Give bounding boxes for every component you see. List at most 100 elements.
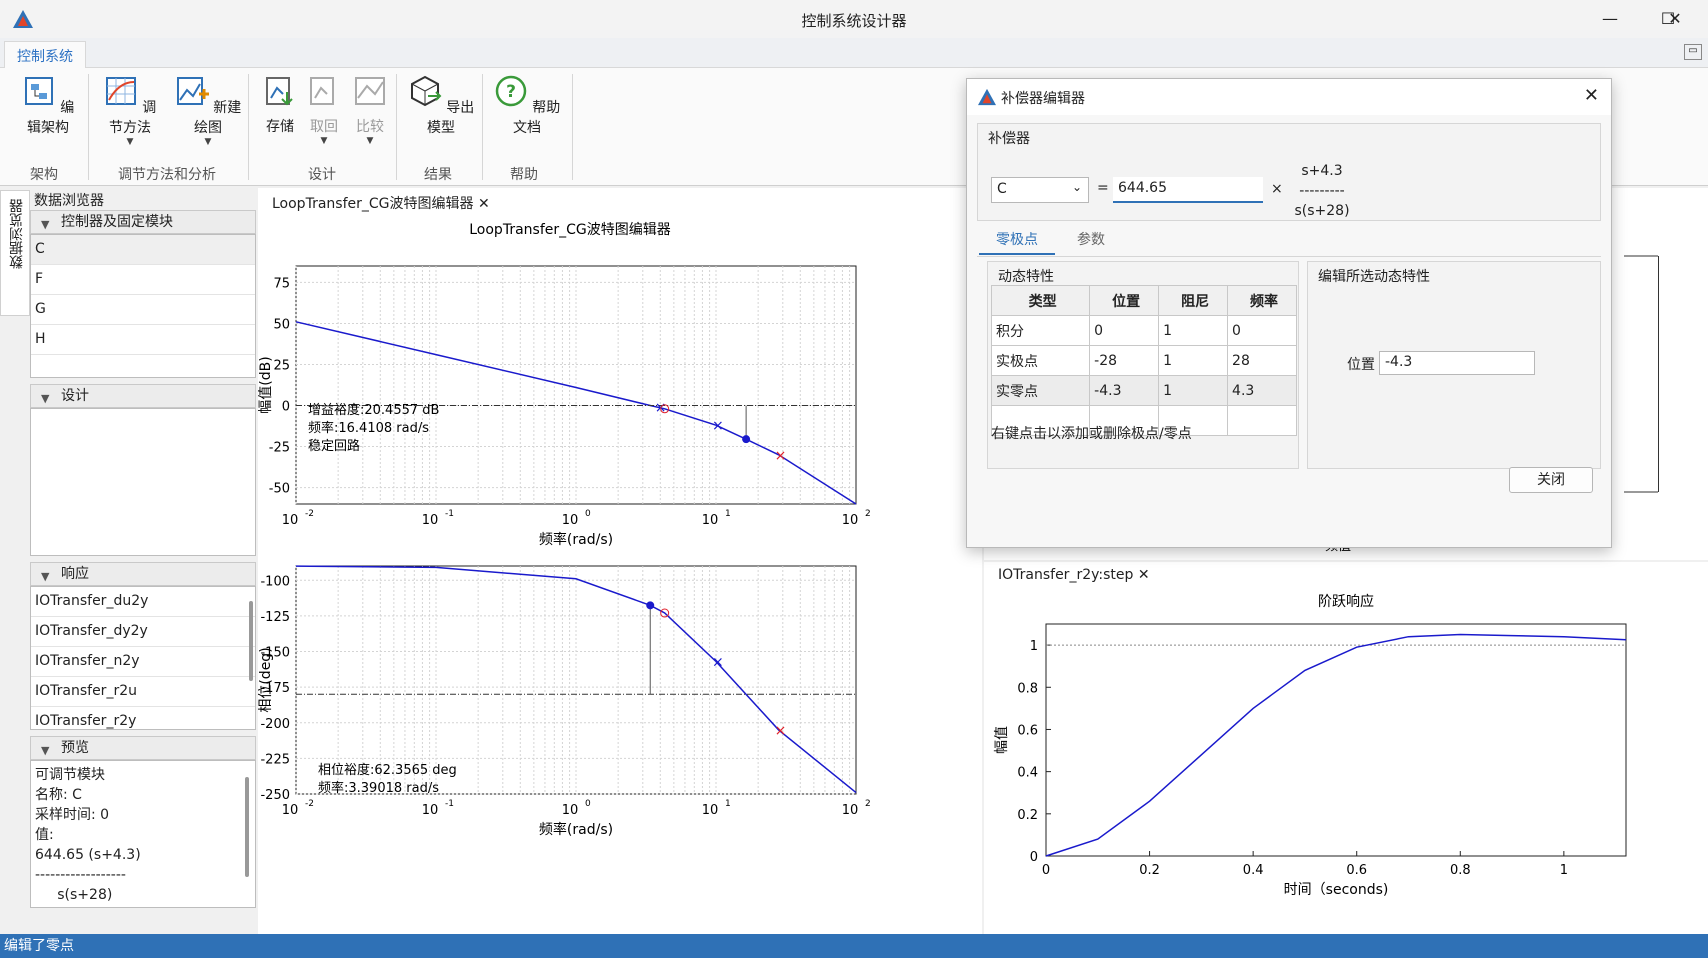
help-icon: ? — [495, 75, 527, 107]
position-input[interactable]: -4.3 — [1379, 351, 1535, 375]
close-window-button[interactable]: ✕ — [1650, 6, 1700, 32]
section-design-header[interactable]: ▼ 设计 — [30, 384, 256, 408]
phase-ytick-label: -125 — [260, 610, 290, 625]
section-blocks-label: 控制器及固定模块 — [61, 214, 173, 230]
side-tab-data-browser[interactable]: 数据浏览器 — [0, 190, 30, 316]
list-item[interactable]: IOTransfer_r2u — [31, 677, 255, 707]
table-cell: 实极点 — [990, 345, 1091, 376]
close-tab-icon[interactable]: ✕ — [478, 196, 490, 212]
mag-ylabel: 幅值(dB) — [258, 356, 274, 413]
list-item[interactable]: IOTransfer_r2y — [31, 707, 255, 737]
table-cell[interactable]: -28 — [1089, 345, 1160, 376]
list-item[interactable]: G — [31, 295, 255, 325]
export-model-button[interactable]: 导出模型 — [406, 74, 476, 137]
step-frame — [1045, 623, 1627, 857]
step-ytick-label: 0.8 — [1017, 681, 1038, 696]
preview-line: ------------------ — [35, 867, 126, 883]
mag-xtick-label: 10 — [282, 513, 299, 528]
list-item[interactable]: F — [31, 265, 255, 295]
hint-text: 右键点击以添加或删除极点/零点 — [991, 426, 1192, 442]
tab-step[interactable]: IOTransfer_r2y:step ✕ — [984, 562, 1164, 590]
minimize-button[interactable]: — — [1585, 6, 1635, 32]
mag-xtick-label: 10 — [562, 513, 579, 528]
pole-marker: × — [775, 723, 787, 739]
dialog-close-icon[interactable]: ✕ — [1584, 85, 1599, 106]
collapse-icon: ▼ — [41, 570, 50, 583]
tab-zero-pole[interactable]: 零极点 — [979, 227, 1055, 255]
group-divider — [88, 74, 89, 180]
table-row[interactable]: 实极点 -28 1 28 — [990, 345, 1297, 376]
list-item[interactable]: IOTransfer_du2y — [31, 587, 255, 617]
step-xtick-label: 0.2 — [1139, 863, 1160, 878]
status-text: 编辑了零点 — [4, 938, 74, 954]
column-header: 频率 — [1227, 285, 1297, 316]
group-divider — [572, 74, 573, 180]
table-row[interactable]: 实零点 -4.3 1 4.3 — [990, 375, 1297, 406]
group-divider — [396, 74, 397, 180]
close-button[interactable]: 关闭 — [1509, 467, 1593, 493]
table-cell[interactable]: 0 — [1089, 315, 1160, 346]
help-doc-button[interactable]: ? 帮助文档 — [492, 74, 562, 137]
preview-line: 采样时间: 0 — [35, 807, 110, 823]
tab-control-system[interactable]: 控制系统 — [4, 41, 86, 69]
retrieve-icon — [310, 77, 334, 105]
gain-input[interactable]: 644.65 — [1113, 177, 1263, 203]
collapse-icon: ▼ — [41, 744, 50, 757]
column-header: 类型 — [990, 285, 1091, 316]
scrollbar[interactable] — [245, 777, 249, 877]
response-list: IOTransfer_du2y IOTransfer_dy2y IOTransf… — [30, 586, 256, 737]
compensator-select-value: C — [997, 181, 1007, 197]
phase-xtick-exponent: 0 — [585, 799, 591, 809]
design-list — [30, 408, 256, 556]
table-cell[interactable]: -4.3 — [1089, 375, 1160, 406]
step-title: 阶跃响应 — [1318, 593, 1374, 610]
step-panel: IOTransfer_r2y:step ✕ 阶跃响应 0 0.2 0.4 0.6 0.8 1… — [984, 562, 1708, 934]
section-blocks-header[interactable]: ▼ 控制器及固定模块 — [30, 210, 256, 234]
retrieve-button[interactable]: 取回 ▼ — [304, 74, 344, 146]
tab-params[interactable]: 参数 — [1059, 227, 1123, 255]
collapse-icon: ▼ — [41, 392, 50, 405]
table-row[interactable]: 积分 0 1 0 — [990, 315, 1297, 346]
close-tab-icon[interactable]: ✕ — [1138, 567, 1150, 583]
bode-chart[interactable]: LoopTransfer_CG波特图编辑器7550250-25-5010 -2 10… — [258, 218, 982, 934]
mag-ytick-label: -50 — [269, 482, 290, 497]
app-logo-icon — [978, 88, 996, 106]
section-response-header[interactable]: ▼ 响应 — [30, 562, 256, 586]
list-item[interactable]: C — [31, 235, 255, 265]
mag-xlabel: 频率(rad/s) — [539, 531, 613, 548]
list-item[interactable]: IOTransfer_n2y — [31, 647, 255, 677]
gain-margin-marker — [742, 435, 751, 444]
tab-bode-editor[interactable]: LoopTransfer_CG波特图编辑器 ✕ — [258, 188, 504, 216]
compare-button[interactable]: 比较 ▼ — [350, 74, 390, 146]
dynamics-label: 动态特性 — [998, 269, 1054, 285]
dropdown-arrow-icon: ▼ — [204, 137, 212, 147]
svg-text:?: ? — [506, 82, 516, 102]
phase-xtick-exponent: 1 — [725, 799, 731, 809]
edit-arch-button[interactable]: 编辑架构 — [16, 74, 80, 137]
ribbon-tab-strip: 控制系统 ▭ — [0, 38, 1708, 69]
store-button[interactable]: 存储 — [260, 74, 300, 136]
scrollbar[interactable] — [249, 601, 253, 681]
phase-ylabel: 相位(deg) — [258, 647, 274, 712]
mag-ytick-label: 75 — [273, 276, 290, 291]
mag-ytick-label: 0 — [282, 400, 290, 415]
gain-value: 644.65 — [1118, 180, 1167, 196]
step-ytick-label: 1 — [1030, 639, 1038, 654]
mag-ytick-label: 50 — [273, 317, 290, 332]
list-item[interactable]: H — [31, 325, 255, 355]
table-cell: 4.3 — [1227, 375, 1297, 406]
section-preview-header[interactable]: ▼ 预览 — [30, 736, 256, 760]
compensator-select[interactable]: C ⌄ — [991, 177, 1089, 203]
mag-xtick-label: 10 — [842, 513, 859, 528]
list-item[interactable]: IOTransfer_dy2y — [31, 617, 255, 647]
phase-ytick-label: -250 — [260, 788, 290, 803]
step-chart[interactable]: 阶跃响应 0 0.2 0.4 0.6 0.8 1 0 0.2 0.4 0.6 0.8 1 幅值时间（sec… — [984, 590, 1708, 934]
tune-method-button[interactable]: 调节方法 ▼ — [98, 74, 162, 147]
ribbon-collapse-icon[interactable]: ▭ — [1684, 44, 1702, 60]
window-title: 控制系统设计器 — [801, 12, 907, 30]
title-bar: 控制系统设计器 — ☐ ✕ — [0, 0, 1708, 38]
new-plot-button[interactable]: 新建绘图 ▼ — [172, 74, 244, 147]
section-response-label: 响应 — [61, 566, 89, 582]
architecture-icon — [24, 77, 53, 105]
pole-marker: × — [712, 418, 724, 434]
